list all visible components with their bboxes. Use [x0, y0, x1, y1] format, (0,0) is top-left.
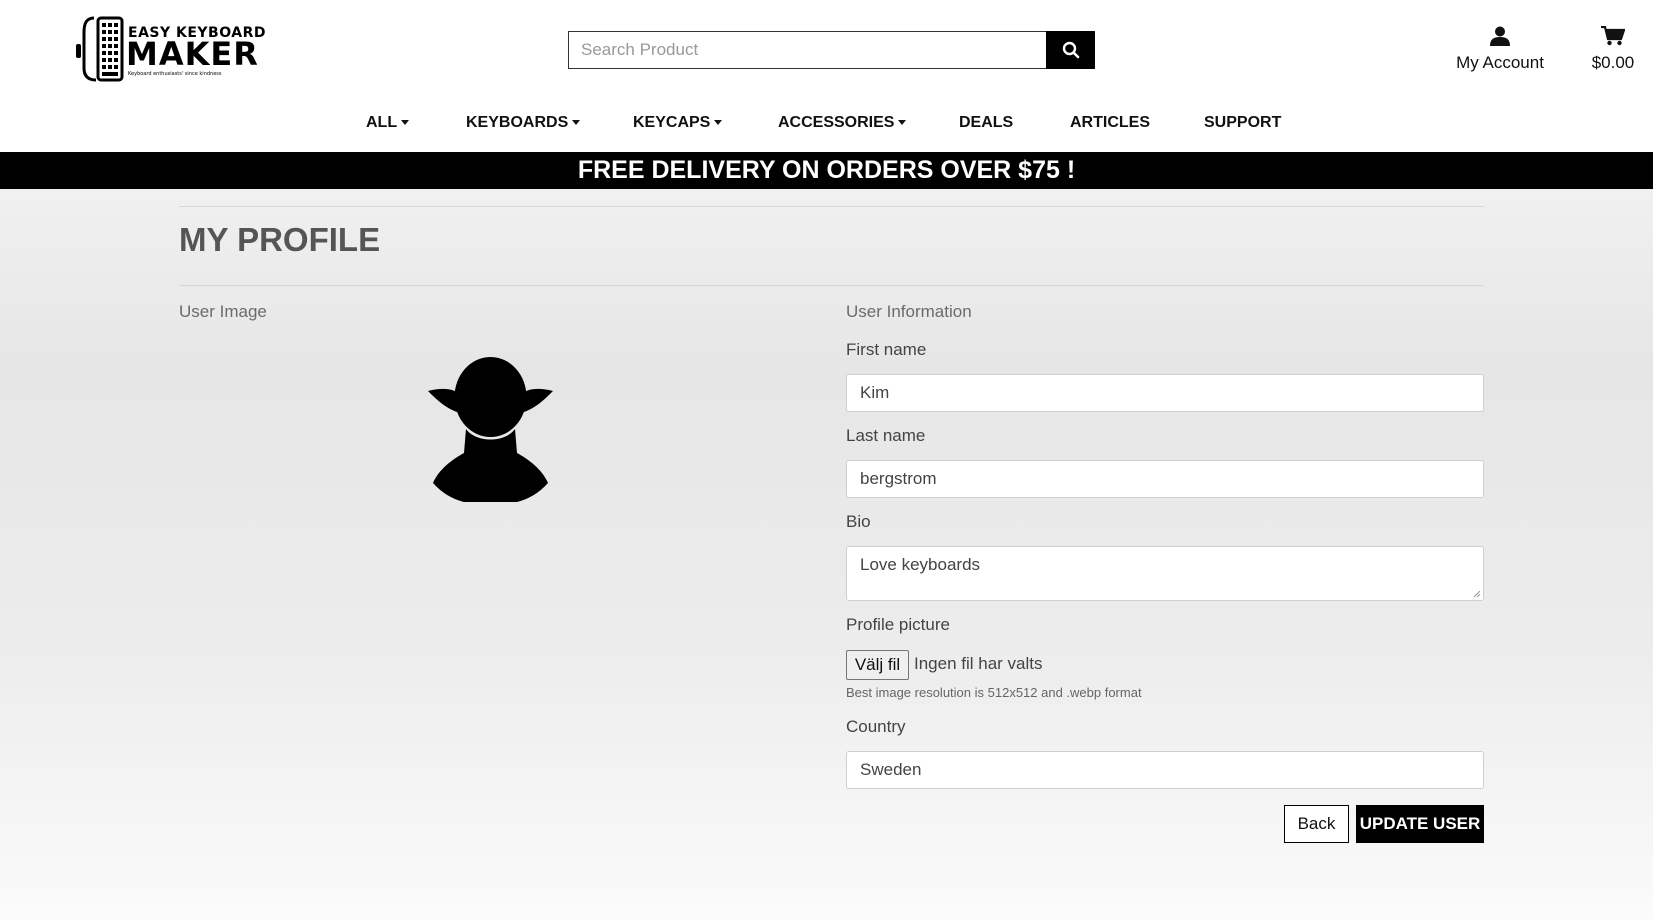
keyboard-logo-icon: [76, 16, 124, 82]
file-status-text: Ingen fil har valts: [914, 654, 1043, 673]
update-user-button[interactable]: UPDATE USER: [1356, 805, 1484, 843]
account-link[interactable]: My Account: [1450, 26, 1550, 73]
first-name-label: First name: [846, 340, 927, 359]
search-input[interactable]: [568, 31, 1046, 69]
image-resolution-hint: Best image resolution is 512x512 and .we…: [846, 685, 1142, 700]
nav-label: KEYCAPS: [633, 114, 711, 131]
caret-down-icon: [714, 120, 723, 126]
search-bar: [568, 31, 1095, 69]
cart-link[interactable]: $0.00: [1588, 25, 1638, 73]
last-name-label: Last name: [846, 426, 926, 445]
search-button[interactable]: [1046, 31, 1095, 69]
divider: [179, 285, 1484, 286]
user-image-label: User Image: [179, 302, 267, 321]
resize-handle-icon[interactable]: [1473, 590, 1481, 598]
logo-tagline: Keyboard enthusiasts' since kindness: [128, 71, 222, 77]
cart-total: $0.00: [1591, 53, 1635, 72]
divider: [179, 206, 1484, 207]
user-icon: [1490, 26, 1510, 46]
bio-textarea[interactable]: Love keyboards: [846, 546, 1484, 601]
site-logo[interactable]: EASY KEYBOARD MAKER Keyboard enthusiasts…: [76, 16, 265, 84]
nav-label: DEALS: [959, 114, 1014, 131]
nav-item-keyboards[interactable]: KEYBOARDS: [466, 114, 581, 132]
user-information-label: User Information: [846, 302, 972, 321]
last-name-input[interactable]: bergstrom: [846, 460, 1484, 498]
country-input[interactable]: Sweden: [846, 751, 1484, 789]
caret-down-icon: [898, 120, 907, 126]
nav-label: ALL: [366, 114, 398, 131]
nav-label: ACCESSORIES: [778, 114, 895, 131]
page-title: MY PROFILE: [179, 221, 381, 258]
main-nav: ALL KEYBOARDS KEYCAPS ACCESSORIES DEALS …: [0, 114, 1653, 136]
nav-item-deals[interactable]: DEALS: [959, 114, 1013, 132]
nav-item-accessories[interactable]: ACCESSORIES: [778, 114, 907, 132]
back-button[interactable]: Back: [1284, 805, 1349, 843]
bio-label: Bio: [846, 512, 871, 531]
nav-label: SUPPORT: [1204, 114, 1282, 131]
first-name-input[interactable]: Kim: [846, 374, 1484, 412]
cart-icon: [1601, 25, 1626, 46]
promo-banner: FREE DELIVERY ON ORDERS OVER $75 !: [0, 152, 1653, 189]
yoda-silhouette-icon: [428, 357, 553, 502]
country-label: Country: [846, 717, 906, 736]
bio-text: Love keyboards: [860, 555, 981, 574]
choose-file-button[interactable]: Välj fil: [846, 650, 909, 680]
caret-down-icon: [401, 120, 410, 126]
nav-item-support[interactable]: SUPPORT: [1204, 114, 1281, 132]
nav-item-keycaps[interactable]: KEYCAPS: [633, 114, 723, 132]
nav-item-articles[interactable]: ARTICLES: [1070, 114, 1150, 132]
site-header: EASY KEYBOARD MAKER Keyboard enthusiasts…: [0, 0, 1653, 152]
nav-item-all[interactable]: ALL: [366, 114, 410, 132]
logo-text-main: MAKER: [126, 35, 259, 73]
search-icon: [1062, 41, 1079, 59]
profile-page: MY PROFILE User Image User Information F…: [0, 189, 1653, 920]
profile-picture-label: Profile picture: [846, 615, 950, 634]
caret-down-icon: [572, 120, 581, 126]
nav-label: KEYBOARDS: [466, 114, 569, 131]
account-label: My Account: [1456, 53, 1544, 72]
nav-label: ARTICLES: [1070, 114, 1150, 131]
